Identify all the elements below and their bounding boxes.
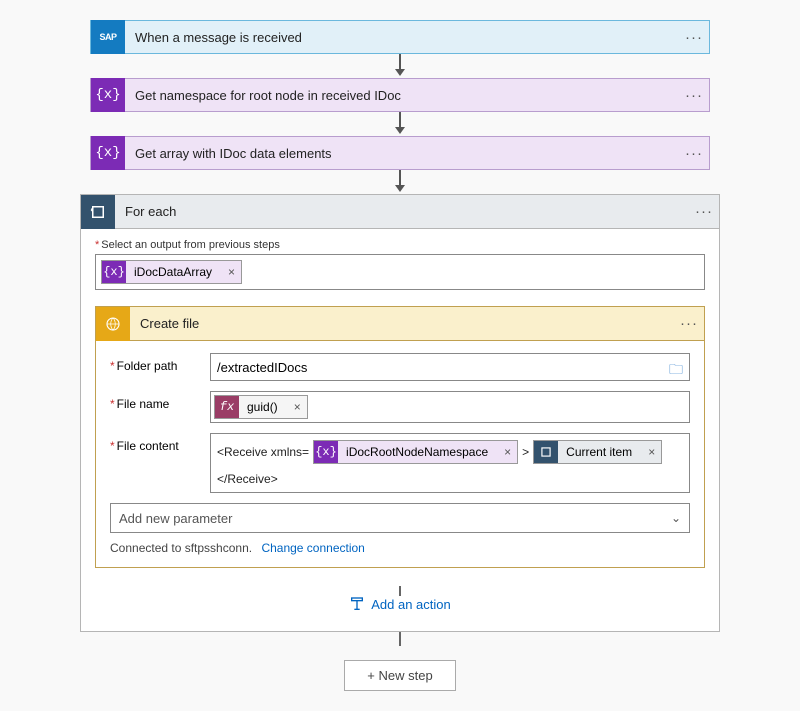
array-title: Get array with IDoc data elements <box>125 146 679 161</box>
sftp-icon <box>96 307 130 341</box>
arrow <box>40 170 760 194</box>
trigger-title: When a message is received <box>125 30 679 45</box>
create-file-header[interactable]: Create file ··· <box>96 307 704 341</box>
loop-icon <box>534 440 558 464</box>
foreach-header[interactable]: For each ··· <box>81 195 719 229</box>
array-menu[interactable]: ··· <box>679 145 709 162</box>
namespace-menu[interactable]: ··· <box>679 87 709 104</box>
new-step-button[interactable]: + New step <box>344 660 455 691</box>
variable-icon: {x} <box>91 136 125 170</box>
variable-icon: {x} <box>91 78 125 112</box>
file-content-input[interactable]: <Receive xmlns= {x} iDocRootNodeNamespac… <box>210 433 690 493</box>
current-item-token[interactable]: Current item × <box>533 440 662 464</box>
namespace-token[interactable]: {x} iDocRootNodeNamespace × <box>313 440 518 464</box>
arrow <box>40 54 760 78</box>
file-name-input[interactable]: fx guid() × <box>210 391 690 423</box>
foreach-title: For each <box>115 204 689 219</box>
remove-token[interactable]: × <box>496 441 517 463</box>
foreach-container: For each ··· *Select an output from prev… <box>80 194 720 632</box>
remove-token[interactable]: × <box>640 441 661 463</box>
namespace-title: Get namespace for root node in received … <box>125 88 679 103</box>
connector-line <box>399 632 401 646</box>
create-file-action: Create file ··· *Folder path /extractedI… <box>95 306 705 568</box>
trigger-step[interactable]: SAP When a message is received ··· <box>90 20 710 54</box>
sap-icon: SAP <box>91 20 125 54</box>
file-name-label: *File name <box>110 391 210 411</box>
loop-icon <box>81 195 115 229</box>
create-file-title: Create file <box>130 316 674 331</box>
trigger-menu[interactable]: ··· <box>679 29 709 46</box>
namespace-step[interactable]: {x} Get namespace for root node in recei… <box>90 78 710 112</box>
connector-line <box>399 586 401 596</box>
chevron-down-icon: ⌄ <box>671 511 681 525</box>
connection-info: Connected to sftpsshconn. Change connect… <box>110 541 690 555</box>
variable-icon: {x} <box>102 260 126 284</box>
create-file-menu[interactable]: ··· <box>674 315 704 332</box>
add-action-icon <box>349 596 365 612</box>
browse-folder-icon[interactable]: 🗀 <box>669 359 683 383</box>
folder-path-label: *Folder path <box>110 353 210 373</box>
add-action-link[interactable]: Add an action <box>349 596 451 612</box>
remove-token[interactable]: × <box>220 261 241 283</box>
file-content-label: *File content <box>110 433 210 453</box>
arrow <box>40 112 760 136</box>
fx-icon: fx <box>215 395 239 419</box>
array-step[interactable]: {x} Get array with IDoc data elements ··… <box>90 136 710 170</box>
change-connection-link[interactable]: Change connection <box>261 541 364 555</box>
variable-icon: {x} <box>314 440 338 464</box>
foreach-menu[interactable]: ··· <box>689 203 719 220</box>
add-parameter-dropdown[interactable]: Add new parameter ⌄ <box>110 503 690 533</box>
foreach-input[interactable]: {x} iDocDataArray × <box>95 254 705 290</box>
guid-token[interactable]: fx guid() × <box>214 395 308 419</box>
folder-path-input[interactable]: /extractedIDocs 🗀 <box>210 353 690 381</box>
idoc-array-token[interactable]: {x} iDocDataArray × <box>101 260 242 284</box>
remove-token[interactable]: × <box>286 396 307 418</box>
foreach-select-label: *Select an output from previous steps <box>95 239 705 251</box>
